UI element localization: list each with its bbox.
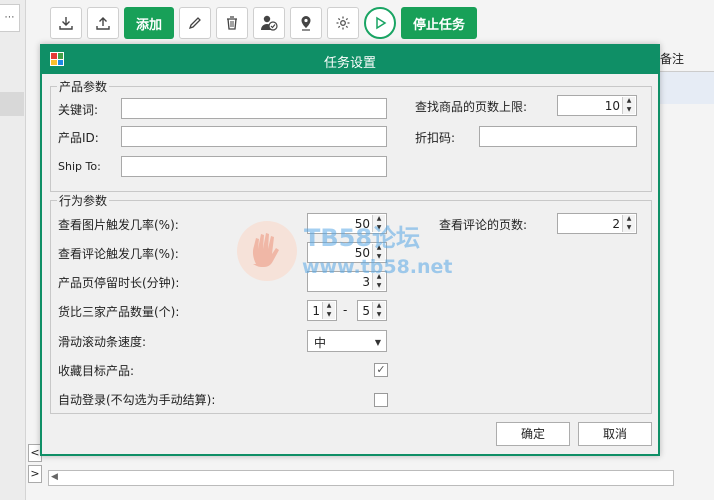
settings-button[interactable] — [327, 7, 360, 39]
spin-up-icon[interactable]: ▲ — [623, 97, 635, 106]
trash-icon — [227, 16, 238, 30]
spin-down-icon[interactable]: ▼ — [373, 223, 385, 232]
compare-max-value: 5 — [362, 304, 370, 318]
compare-min-stepper[interactable]: 1 ▲ ▼ — [307, 300, 337, 321]
review-pages-stepper[interactable]: 2 ▲ ▼ — [557, 213, 637, 234]
upload-icon — [96, 17, 110, 30]
product-params-label: 产品参数 — [57, 78, 110, 95]
play-icon — [376, 16, 387, 30]
compare-count-label: 货比三家产品数量(个): — [58, 305, 180, 319]
product-params-group: 产品参数 关键词: 产品ID: Ship To: 查找商品的页数上限: 10 ▲… — [50, 78, 652, 192]
upload-button[interactable] — [87, 7, 119, 39]
location-pin-icon — [301, 16, 311, 31]
scroll-speed-select[interactable]: 中 ▼ — [307, 330, 387, 352]
spin-down-icon[interactable]: ▼ — [373, 310, 385, 319]
scroll-left-arrow-icon[interactable]: ◀ — [51, 472, 58, 482]
left-panel-selected-row[interactable] — [0, 92, 24, 116]
dialog-title: 任务设置 — [323, 56, 376, 71]
spin-down-icon[interactable]: ▼ — [623, 105, 635, 114]
review-pages-label: 查看评论的页数: — [439, 218, 528, 232]
favorite-checkbox[interactable]: ✓ — [374, 363, 388, 377]
spin-up-icon[interactable]: ▲ — [623, 215, 635, 224]
behavior-params-label: 行为参数 — [57, 192, 110, 209]
behavior-params-group: 行为参数 查看图片触发几率(%): 50 ▲ ▼ 查看评论的页数: 2 ▲ ▼ 查看… — [50, 192, 652, 414]
task-settings-dialog: 任务设置 产品参数 关键词: 产品ID: Ship To: 查找商品的页数上限:… — [40, 44, 660, 456]
stop-task-button[interactable]: 停止任务 — [401, 7, 478, 39]
account-check-button[interactable] — [253, 7, 286, 39]
review-rate-label: 查看评论触发几率(%): — [58, 247, 179, 261]
left-panel-menu-button[interactable]: ⋯ — [0, 4, 20, 32]
remarks-column-header[interactable]: 备注 — [660, 50, 684, 67]
dwell-time-label: 产品页停留时长(分钟): — [58, 276, 180, 290]
dwell-time-stepper[interactable]: 3 ▲ ▼ — [307, 271, 387, 292]
review-rate-value: 50 — [354, 246, 370, 260]
image-rate-stepper[interactable]: 50 ▲ ▼ — [307, 213, 387, 234]
download-button[interactable] — [50, 7, 82, 39]
cancel-button[interactable]: 取消 — [578, 422, 652, 446]
location-button[interactable] — [290, 7, 323, 39]
ship-to-label: Ship To: — [58, 160, 101, 173]
confirm-button[interactable]: 确定 — [496, 422, 570, 446]
spin-up-icon[interactable]: ▲ — [373, 302, 385, 311]
spin-down-icon[interactable]: ▼ — [623, 223, 635, 232]
spin-down-icon[interactable]: ▼ — [323, 310, 335, 319]
pencil-icon — [188, 17, 201, 30]
max-pages-stepper[interactable]: 10 ▲ ▼ — [557, 95, 637, 116]
max-pages-value: 10 — [604, 99, 620, 113]
image-rate-label: 查看图片触发几率(%): — [58, 218, 179, 232]
spin-up-icon[interactable]: ▲ — [373, 244, 385, 253]
scroll-right-button[interactable]: > — [28, 465, 42, 483]
auto-login-label: 自动登录(不勾选为手动结算): — [58, 393, 216, 407]
spin-down-icon[interactable]: ▼ — [373, 281, 385, 290]
max-pages-label: 查找商品的页数上限: — [415, 100, 528, 114]
delete-button[interactable] — [216, 7, 249, 39]
dialog-titlebar[interactable]: 任务设置 — [42, 46, 658, 74]
product-id-input[interactable] — [121, 126, 387, 147]
discount-code-input[interactable] — [479, 126, 637, 147]
image-rate-value: 50 — [354, 217, 370, 231]
scroll-speed-value: 中 — [314, 336, 327, 350]
review-pages-value: 2 — [612, 217, 620, 231]
gear-icon — [336, 16, 350, 30]
download-icon — [59, 17, 73, 30]
edit-button[interactable] — [179, 7, 212, 39]
keyword-input[interactable] — [121, 98, 387, 119]
horizontal-scrollbar[interactable]: ◀ — [48, 470, 674, 486]
chevron-down-icon: ▼ — [374, 338, 381, 347]
user-check-icon — [261, 15, 278, 31]
spin-up-icon[interactable]: ▲ — [373, 215, 385, 224]
compare-min-value: 1 — [312, 304, 320, 318]
spin-up-icon[interactable]: ▲ — [373, 273, 385, 282]
spin-down-icon[interactable]: ▼ — [373, 252, 385, 261]
dwell-time-value: 3 — [362, 275, 370, 289]
add-button[interactable]: 添加 — [124, 7, 175, 39]
favorite-label: 收藏目标产品: — [58, 364, 135, 378]
discount-code-label: 折扣码: — [415, 131, 456, 145]
product-id-label: 产品ID: — [58, 131, 99, 145]
toolbar: 添加 停止任务 — [50, 6, 478, 40]
keyword-label: 关键词: — [58, 103, 99, 117]
review-rate-stepper[interactable]: 50 ▲ ▼ — [307, 242, 387, 263]
range-dash: - — [343, 303, 348, 317]
spin-up-icon[interactable]: ▲ — [323, 302, 335, 311]
start-button[interactable] — [364, 7, 397, 39]
scroll-speed-label: 滑动滚动条速度: — [58, 335, 147, 349]
compare-max-stepper[interactable]: 5 ▲ ▼ — [357, 300, 387, 321]
ship-to-input[interactable] — [121, 156, 387, 177]
auto-login-checkbox[interactable] — [374, 393, 388, 407]
left-panel: ⋯ — [0, 0, 26, 500]
